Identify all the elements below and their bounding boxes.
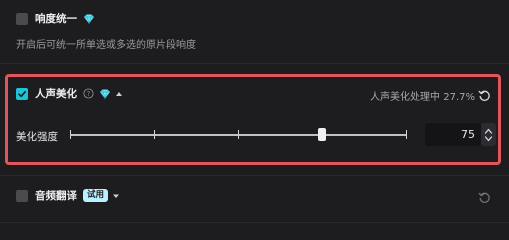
divider [0,222,509,223]
loudness-checkbox[interactable] [16,12,28,25]
audio-settings-panel: 响度统一 开启后可统一所单选或多选的原片段响度 人声美化 ? 人声美化处理中 2… [0,0,509,224]
slider-tick [154,130,155,139]
diamond-icon [83,13,95,25]
caret-up-icon[interactable] [115,90,123,98]
strength-label: 美化强度 [16,131,58,143]
svg-text:?: ? [87,90,91,98]
loudness-row: 响度统一 [16,11,95,26]
slider-tick [238,130,239,139]
divider [0,175,509,176]
help-icon[interactable]: ? [83,88,94,99]
loudness-title: 响度统一 [35,13,77,25]
audio-translate-title: 音频翻译 [35,190,77,202]
trial-badge: 试用 [83,189,109,202]
reset-icon[interactable] [478,87,491,101]
processing-status: 人声美化处理中 27.7% [370,92,475,103]
loudness-description: 开启后可统一所单选或多选的原片段响度 [16,40,196,51]
slider-tick [70,130,71,139]
audio-translate-row: 音频翻译 试用 [16,188,120,203]
voice-beautify-checkbox[interactable] [16,87,28,100]
slider-tick [406,130,407,139]
diamond-icon [99,88,111,100]
audio-translate-checkbox[interactable] [16,189,28,202]
caret-down-icon[interactable] [112,192,120,200]
strength-stepper[interactable] [481,123,496,146]
voice-beautify-title: 人声美化 [35,88,77,100]
strength-slider-thumb[interactable] [318,128,326,141]
reset-icon[interactable] [478,189,491,203]
divider [0,63,509,64]
strength-value-input[interactable]: 75 [425,123,481,146]
